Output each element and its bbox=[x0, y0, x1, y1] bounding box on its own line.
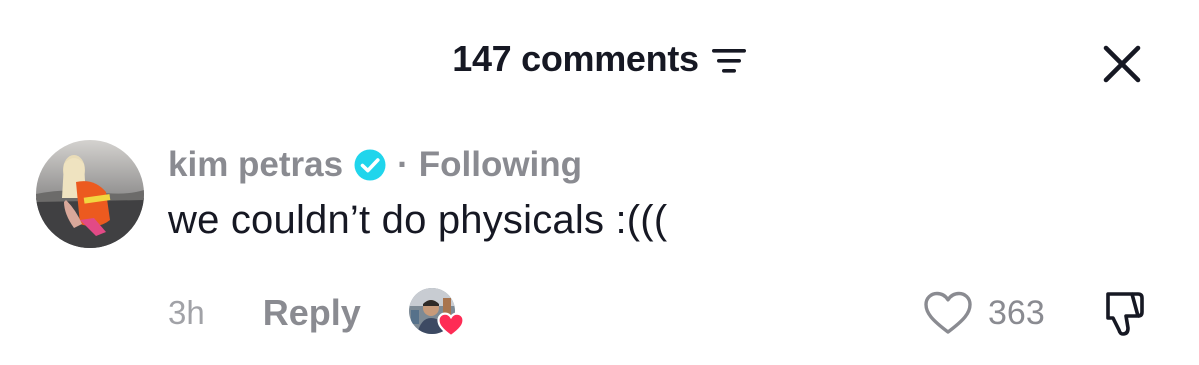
close-icon[interactable] bbox=[1100, 42, 1144, 86]
like-group: 363 bbox=[922, 288, 1045, 338]
like-count: 363 bbox=[988, 293, 1045, 332]
comments-title-group[interactable]: 147 comments bbox=[0, 38, 1199, 80]
verified-badge-icon bbox=[354, 149, 386, 181]
following-status[interactable]: Following bbox=[419, 145, 582, 185]
sort-lines-icon[interactable] bbox=[711, 46, 747, 76]
comment-author-row: kim petras · Following bbox=[168, 144, 582, 186]
comment-username[interactable]: kim petras bbox=[168, 145, 343, 185]
heart-outline-icon[interactable] bbox=[922, 289, 974, 337]
comment-item: kim petras · Following we couldn’t do ph… bbox=[36, 140, 1166, 350]
separator-dot: · bbox=[397, 145, 409, 184]
comment-text: we couldn’t do physicals :((( bbox=[168, 198, 668, 242]
reply-button[interactable]: Reply bbox=[263, 292, 361, 334]
comments-header: 147 comments bbox=[0, 30, 1199, 90]
user-avatar[interactable] bbox=[36, 140, 144, 248]
thumbs-down-icon[interactable] bbox=[1098, 288, 1148, 338]
comment-meta-row: 3h Reply bbox=[168, 288, 465, 338]
creator-liked-heart-icon bbox=[437, 312, 465, 338]
comment-timestamp: 3h bbox=[168, 294, 205, 331]
creator-liked-indicator bbox=[408, 288, 465, 338]
comments-count: 147 comments bbox=[452, 38, 699, 79]
